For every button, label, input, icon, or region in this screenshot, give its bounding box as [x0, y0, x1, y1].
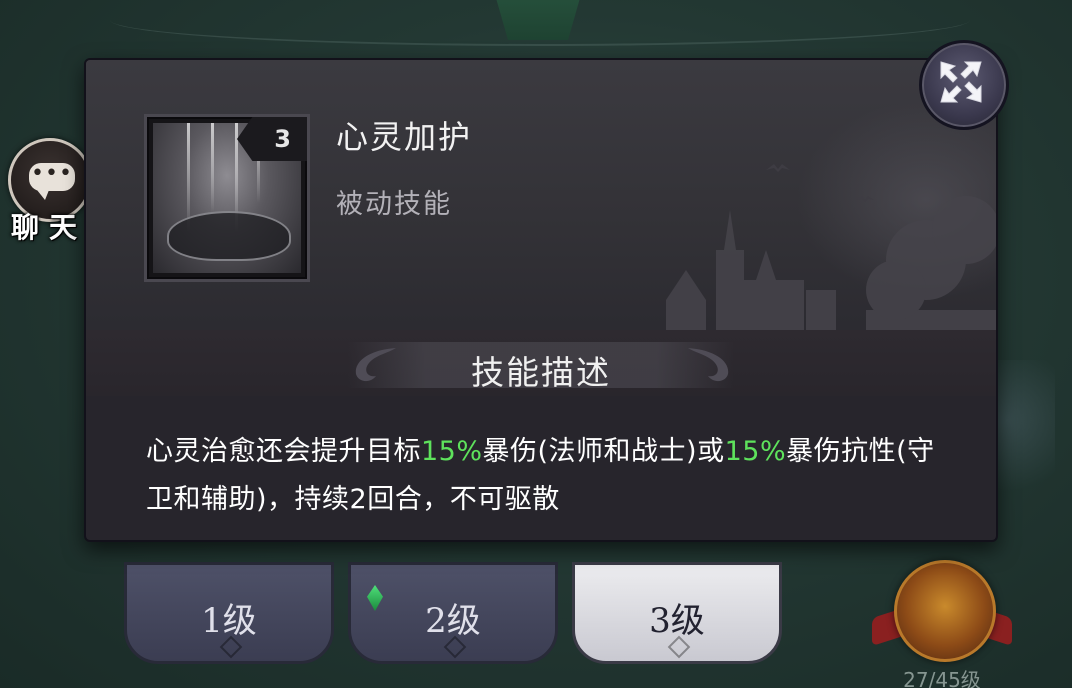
highlight-percent: 15% [421, 436, 483, 467]
section-title: 技能描述 [471, 353, 611, 392]
green-gem-icon [367, 585, 383, 611]
level-tab-3[interactable]: 3级 [572, 562, 782, 664]
level-tab-1[interactable]: 1级 [124, 562, 334, 664]
level-tab-label: 3级 [649, 600, 705, 641]
level-counter: 27/45级 [903, 668, 981, 688]
popup-header: 3 心灵加护 被动技能 [86, 60, 996, 350]
skill-type: 被动技能 [336, 189, 452, 220]
level-tab-label: 1级 [201, 600, 257, 641]
skill-name: 心灵加护 [336, 118, 473, 156]
level-tab-2[interactable]: 2级 [348, 562, 558, 664]
castle-silhouette-icon [666, 164, 996, 350]
chat-button[interactable]: ••• 聊天 [4, 138, 94, 244]
close-icon [940, 61, 982, 103]
skill-icon-frame: 3 [144, 114, 310, 282]
section-banner: 技能描述 [86, 330, 996, 396]
chat-label: 聊天 [10, 211, 87, 244]
skill-detail-popup: 3 心灵加护 被动技能 技能描述 心灵治愈还会提升目标15%暴伤(法师和战士)或… [84, 58, 998, 542]
level-emblem-icon [894, 560, 996, 662]
level-tab-label: 2级 [425, 600, 481, 641]
close-button[interactable] [919, 40, 1009, 130]
chat-bubble-icon: ••• [29, 163, 75, 200]
background-level-emblem: 27/45级 [872, 560, 1012, 688]
skill-description: 心灵治愈还会提升目标15%暴伤(法师和战士)或15%暴伤抗性(守卫和辅助)，持续… [146, 436, 935, 515]
highlight-percent: 15% [724, 436, 787, 467]
